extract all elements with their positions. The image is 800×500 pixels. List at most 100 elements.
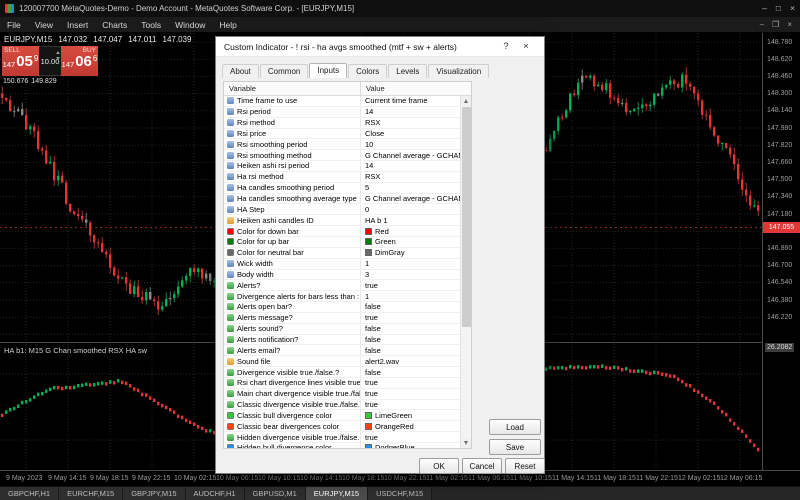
param-value-cell[interactable]: HA b 1: [360, 215, 460, 226]
param-value-cell[interactable]: RSX: [360, 171, 460, 182]
load-button[interactable]: Load: [489, 419, 541, 435]
chart-tab-gbpchf-h1[interactable]: GBPCHF,H1: [0, 487, 60, 500]
param-value-cell[interactable]: true: [360, 388, 460, 399]
maximize-icon[interactable]: □: [776, 4, 781, 13]
param-value-cell[interactable]: G Channel average - GCHAN: [360, 150, 460, 161]
ok-button[interactable]: OK: [419, 458, 459, 474]
param-row[interactable]: Ha candles smoothing period 5: [224, 182, 460, 194]
menu-item-insert[interactable]: Insert: [60, 17, 95, 32]
param-row[interactable]: Divergence visible true./false.? false: [224, 367, 460, 378]
chart-restore-icon[interactable]: ❐: [772, 20, 779, 29]
param-row[interactable]: Main chart divergence visible true./fals…: [224, 388, 460, 400]
param-row[interactable]: Hidden bull divergence color DodgerBlue: [224, 443, 460, 448]
param-row[interactable]: Rsi price Close: [224, 128, 460, 140]
param-value-cell[interactable]: true: [360, 312, 460, 323]
save-button[interactable]: Save: [489, 439, 541, 455]
param-row[interactable]: Classic divergence visible true./false.?…: [224, 399, 460, 411]
param-row[interactable]: Ha candles smoothing average type G Chann…: [224, 193, 460, 205]
tab-colors[interactable]: Colors: [348, 64, 388, 78]
sell-button[interactable]: SELL 147 05 9: [2, 46, 39, 76]
lot-down-icon[interactable]: [56, 57, 60, 60]
chart-close-icon[interactable]: ×: [787, 20, 792, 29]
param-value-cell[interactable]: Close: [360, 128, 460, 139]
column-header-value[interactable]: Value: [360, 82, 471, 95]
param-row[interactable]: Color for up bar Green: [224, 236, 460, 248]
menu-item-help[interactable]: Help: [212, 17, 243, 32]
param-value-cell[interactable]: G Channel average - GCHAN: [360, 193, 460, 204]
param-row[interactable]: Rsi method RSX: [224, 117, 460, 129]
param-row[interactable]: Alerts notification? false: [224, 334, 460, 346]
param-row[interactable]: Time frame to use Current time frame: [224, 96, 460, 107]
param-value-cell[interactable]: 1: [360, 258, 460, 269]
chart-tab-eurjpy-m15[interactable]: EURJPY,M15: [305, 487, 369, 500]
chart-tab-gbpusd-m1[interactable]: GBPUSD,M1: [244, 487, 306, 500]
cancel-button[interactable]: Cancel: [462, 458, 502, 474]
menu-item-charts[interactable]: Charts: [95, 17, 134, 32]
param-row[interactable]: Rsi chart divergence lines visible true.…: [224, 377, 460, 389]
param-value-cell[interactable]: RSX: [360, 117, 460, 128]
param-value-cell[interactable]: 3: [360, 269, 460, 280]
chart-minimize-icon[interactable]: –: [760, 20, 764, 29]
param-row[interactable]: Color for neutral bar DimGray: [224, 247, 460, 259]
window-titlebar[interactable]: 120007700 MetaQuotes-Demo - Demo Account…: [0, 0, 800, 17]
tab-about[interactable]: About: [222, 64, 259, 78]
param-value-cell[interactable]: 10: [360, 139, 460, 150]
tab-visualization[interactable]: Visualization: [428, 64, 490, 78]
param-value-cell[interactable]: false: [360, 302, 460, 312]
table-scrollbar[interactable]: [460, 96, 471, 448]
dialog-close-icon[interactable]: ×: [516, 37, 536, 57]
param-row[interactable]: Alerts sound? false: [224, 323, 460, 335]
param-value-cell[interactable]: true: [360, 399, 460, 410]
param-value-cell[interactable]: Green: [360, 236, 460, 247]
param-row[interactable]: Alerts open bar? false: [224, 302, 460, 313]
scrollbar-thumb[interactable]: [462, 107, 471, 327]
param-value-cell[interactable]: alert2.wav: [360, 356, 460, 367]
param-value-cell[interactable]: LimeGreen: [360, 410, 460, 421]
dialog-titlebar[interactable]: Custom Indicator - ! rsi - ha avgs smoot…: [216, 37, 544, 57]
param-value-cell[interactable]: 5: [360, 182, 460, 193]
param-value-cell[interactable]: DimGray: [360, 247, 460, 258]
menu-item-window[interactable]: Window: [168, 17, 212, 32]
param-row[interactable]: Wick width 1: [224, 258, 460, 270]
minimize-icon[interactable]: –: [762, 4, 767, 13]
param-row[interactable]: Classic bear divergences color OrangeRed: [224, 421, 460, 433]
chart-tab-usdchf-m15[interactable]: USDCHF,M15: [368, 487, 433, 500]
param-value-cell[interactable]: 0: [360, 204, 460, 215]
param-value-cell[interactable]: 14: [360, 161, 460, 171]
param-row[interactable]: Alerts message? true: [224, 312, 460, 324]
param-value-cell[interactable]: false: [360, 323, 460, 334]
param-row[interactable]: Rsi smoothing method G Channel average - …: [224, 150, 460, 162]
buy-button[interactable]: BUY 147 06 6: [61, 46, 98, 76]
chart-tab-eurchf-m15[interactable]: EURCHF,M15: [59, 487, 124, 500]
param-row[interactable]: Sound file alert2.wav: [224, 356, 460, 368]
tab-common[interactable]: Common: [259, 64, 309, 78]
param-row[interactable]: Ha rsi method RSX: [224, 171, 460, 183]
column-header-variable[interactable]: Variable: [224, 84, 360, 93]
param-value-cell[interactable]: true: [360, 280, 460, 291]
param-value-cell[interactable]: false: [360, 334, 460, 345]
param-value-cell[interactable]: true: [360, 377, 460, 388]
chart-tab-audchf-h1[interactable]: AUDCHF,H1: [185, 487, 245, 500]
param-row[interactable]: Color for down bar Red: [224, 226, 460, 237]
param-row[interactable]: Body width 3: [224, 269, 460, 281]
menu-item-file[interactable]: File: [0, 17, 28, 32]
param-row[interactable]: Heiken ashi rsi period 14: [224, 161, 460, 172]
param-value-cell[interactable]: 14: [360, 106, 460, 117]
param-row[interactable]: Rsi smoothing period 10: [224, 139, 460, 151]
param-row[interactable]: Hidden divergence visible true./false.? t…: [224, 432, 460, 443]
scroll-up-button[interactable]: [461, 96, 471, 106]
param-row[interactable]: HA Step 0: [224, 204, 460, 216]
param-row[interactable]: Rsi period 14: [224, 106, 460, 118]
param-value-cell[interactable]: 1: [360, 291, 460, 302]
param-value-cell[interactable]: Red: [360, 226, 460, 236]
reset-button[interactable]: Reset: [505, 458, 545, 474]
dialog-help-icon[interactable]: ?: [496, 37, 516, 57]
lot-size-field[interactable]: 10.00: [39, 46, 61, 76]
param-value-cell[interactable]: DodgerBlue: [360, 443, 460, 448]
param-value-cell[interactable]: false: [360, 345, 460, 356]
param-row[interactable]: Heiken ashi candles ID HA b 1: [224, 215, 460, 227]
param-row[interactable]: Alerts email? false: [224, 345, 460, 357]
param-row[interactable]: Alerts? true: [224, 280, 460, 292]
lot-up-icon[interactable]: [56, 51, 60, 54]
tab-inputs[interactable]: Inputs: [309, 63, 348, 78]
